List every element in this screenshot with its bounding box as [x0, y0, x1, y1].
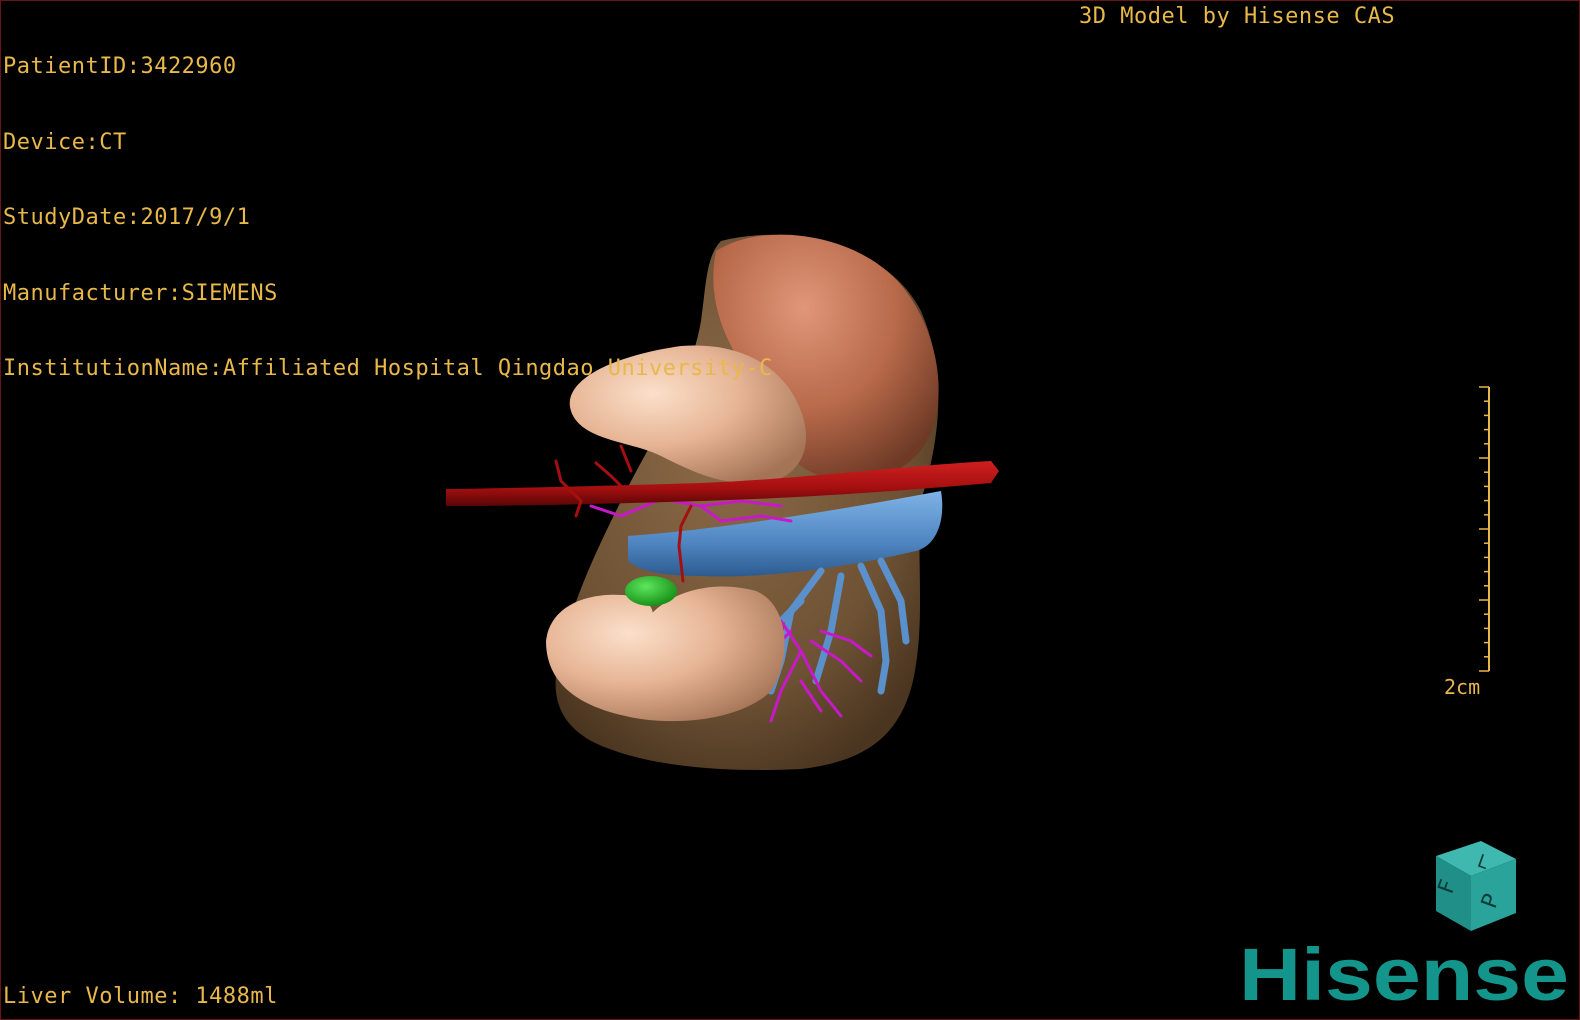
orientation-cube[interactable]: F L P	[1416, 831, 1526, 941]
hisense-logo: Hisense	[1239, 936, 1569, 1016]
patient-info-overlay: PatientID:3422960 Device:CT StudyDate:20…	[3, 4, 773, 432]
study-date-text: StudyDate:2017/9/1	[3, 205, 251, 230]
manufacturer-text: Manufacturer:SIEMENS	[3, 280, 278, 306]
device-text: Device:CT	[3, 129, 127, 155]
gallbladder-model[interactable]	[625, 576, 677, 606]
scale-bar-label: 2cm	[1444, 675, 1481, 699]
liver-volume-text: Liver Volume: 1488ml	[3, 984, 278, 1009]
patient-id-text: PatientID:3422960	[3, 54, 237, 79]
model-credit-text: 3D Model by Hisense CAS	[1079, 4, 1396, 29]
hisense-logo-text: Hisense	[1239, 936, 1569, 1016]
scale-bar	[1479, 386, 1490, 672]
3d-viewport[interactable]: PatientID:3422960 Device:CT StudyDate:20…	[0, 0, 1580, 1020]
institution-text: InstitutionName:Affiliated Hospital Qing…	[3, 356, 773, 381]
